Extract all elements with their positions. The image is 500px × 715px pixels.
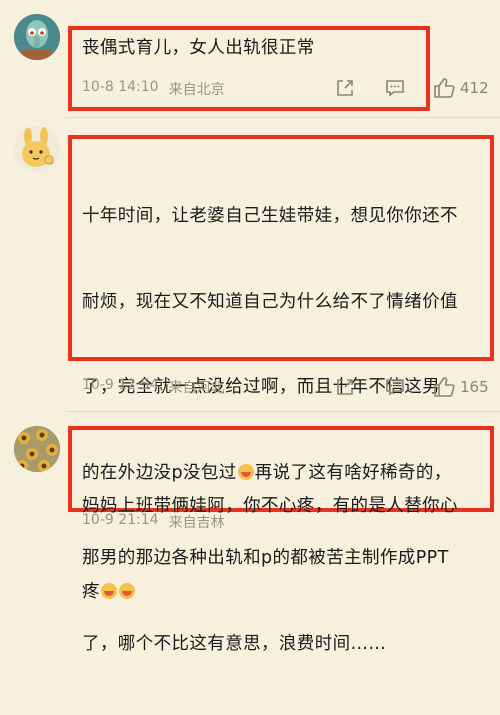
comment-text-segment: 疼: [82, 581, 100, 602]
comment-3: 妈妈上班带俩娃阿，你不心疼，有的是人替你心 疼 10-9 21:14 来自吉林: [0, 412, 500, 602]
comment-meta: 10-9 21:14 来自吉林: [82, 512, 225, 532]
comment-location: 来自吉林: [168, 515, 225, 531]
comment-text: 丧偶式育儿，女人出轨很正常: [82, 38, 315, 58]
comment-date: 10-8 14:10: [82, 79, 159, 95]
thumbs-up-icon[interactable]: [433, 77, 455, 99]
comment-text-line: 十年时间，让老婆自己生娃带娃，想见你你还不: [82, 206, 458, 226]
comment-2: 十年时间，让老婆自己生娃带娃，想见你你还不 耐烦，现在又不知道自己为什么给不了情…: [0, 118, 500, 654]
cartoon-rabbit-avatar-icon: [14, 126, 60, 172]
comment-icon[interactable]: [385, 377, 405, 397]
comment-date: 10-9 12:54: [82, 377, 159, 393]
comment-meta: 10-8 14:10 来自北京: [82, 79, 225, 99]
comment-date: 10-9 21:14: [82, 512, 159, 528]
comment-location: 来自河北: [168, 380, 225, 396]
blushing-emoji-icon: [100, 582, 117, 599]
squidward-avatar-icon: [14, 14, 60, 60]
blushing-emoji-icon: [118, 582, 135, 599]
like-count: 165: [460, 378, 489, 396]
share-icon[interactable]: [335, 377, 355, 397]
like-count: 412: [460, 79, 489, 97]
sunflower-field-avatar-icon: [14, 426, 60, 472]
avatar[interactable]: [14, 126, 60, 172]
thumbs-up-icon[interactable]: [433, 376, 455, 398]
comment-meta: 10-9 12:54 来自河北: [82, 377, 225, 397]
comment-text-line: 耐烦，现在又不知道自己为什么给不了情绪价值: [82, 291, 458, 312]
comment-1: 丧偶式育儿，女人出轨很正常 10-8 14:10 来自北京 412: [0, 0, 500, 118]
share-icon[interactable]: [335, 78, 355, 98]
comment-location: 来自北京: [168, 82, 225, 98]
comment-text-line-with-emoji: 疼: [82, 578, 458, 607]
comment-icon[interactable]: [385, 78, 405, 98]
avatar[interactable]: [14, 14, 60, 60]
avatar[interactable]: [14, 426, 60, 472]
comment-text: 妈妈上班带俩娃阿，你不心疼，有的是人替你心 疼: [82, 435, 458, 663]
